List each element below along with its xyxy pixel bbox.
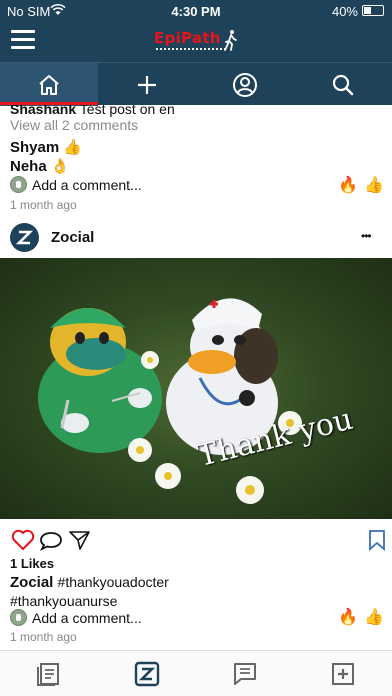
share-icon[interactable] (68, 529, 92, 551)
comment-user: Neha (10, 158, 47, 175)
tab-feed[interactable] (34, 659, 64, 689)
tab-zocial[interactable] (132, 659, 162, 689)
plus-icon (138, 75, 156, 94)
comment-user: Shashank (10, 105, 77, 117)
post-image[interactable]: Thank you (0, 258, 392, 519)
post-time: 1 month ago (10, 198, 77, 212)
comment-emoji: 👍 (63, 139, 83, 156)
post-time: 1 month ago (10, 630, 77, 644)
comment-text: Test post on en (79, 105, 175, 117)
tab-search[interactable] (294, 63, 392, 106)
author-avatar[interactable] (10, 223, 39, 252)
add-post-icon (332, 663, 354, 685)
bookmark-icon[interactable] (368, 529, 386, 551)
caption-hashtag[interactable]: #thankyouanurse (10, 593, 117, 609)
comment-emoji: 👌 (50, 158, 70, 175)
user-avatar (10, 176, 27, 193)
post-options-icon[interactable]: ••• (361, 229, 372, 243)
comment-icon[interactable] (39, 530, 63, 552)
zocial-icon (134, 661, 160, 687)
profile-icon (233, 72, 257, 97)
post-caption: Zocial #thankyouadocter (10, 574, 169, 591)
tab-messages[interactable] (230, 659, 260, 689)
walking-person-icon (224, 30, 237, 51)
search-icon (332, 74, 354, 95)
logo-text: EpiPath (154, 29, 221, 47)
feed: Shashank Test post on en View all 2 comm… (0, 105, 392, 650)
add-comment-input[interactable]: Add a comment... (32, 177, 142, 193)
zocial-logo-icon (15, 230, 34, 245)
partial-comment: Shashank Test post on en (10, 105, 175, 117)
hamburger-menu-icon[interactable] (11, 30, 35, 50)
app-header: No SIM 4:30 PM 40% EpiPath (0, 0, 392, 106)
user-avatar (10, 609, 27, 626)
messages-icon (234, 663, 256, 685)
thumbs-up-emoji-button[interactable]: 👍 (364, 607, 384, 627)
comment-item: Shyam 👍 (10, 138, 82, 156)
bottom-navigation (0, 650, 392, 696)
add-comment-input[interactable]: Add a comment... (32, 610, 142, 626)
battery-percent: 40% (331, 4, 358, 19)
tab-profile[interactable] (196, 63, 294, 106)
caption-hashtag[interactable]: #thankyouadocter (58, 574, 169, 590)
comment-user: Shyam (10, 139, 60, 156)
fire-emoji-button[interactable]: 🔥 (338, 607, 358, 627)
caption-user[interactable]: Zocial (10, 574, 53, 591)
app-logo: EpiPath (154, 29, 240, 51)
tab-create[interactable] (98, 63, 196, 106)
battery-icon (362, 5, 384, 16)
top-navigation (0, 62, 392, 106)
home-icon (39, 74, 59, 95)
feed-icon (37, 663, 59, 686)
fire-emoji-button[interactable]: 🔥 (338, 175, 358, 195)
status-bar: No SIM 4:30 PM 40% (0, 0, 392, 22)
tab-home[interactable] (0, 63, 98, 106)
post-author[interactable]: Zocial (51, 229, 94, 246)
heart-icon[interactable] (11, 529, 35, 551)
likes-count[interactable]: 1 Likes (10, 556, 54, 571)
thumbs-up-emoji-button[interactable]: 👍 (364, 175, 384, 195)
tab-add-post[interactable] (328, 659, 358, 689)
comment-item: Neha 👌 (10, 157, 70, 175)
view-all-comments-link[interactable]: View all 2 comments (10, 117, 138, 133)
